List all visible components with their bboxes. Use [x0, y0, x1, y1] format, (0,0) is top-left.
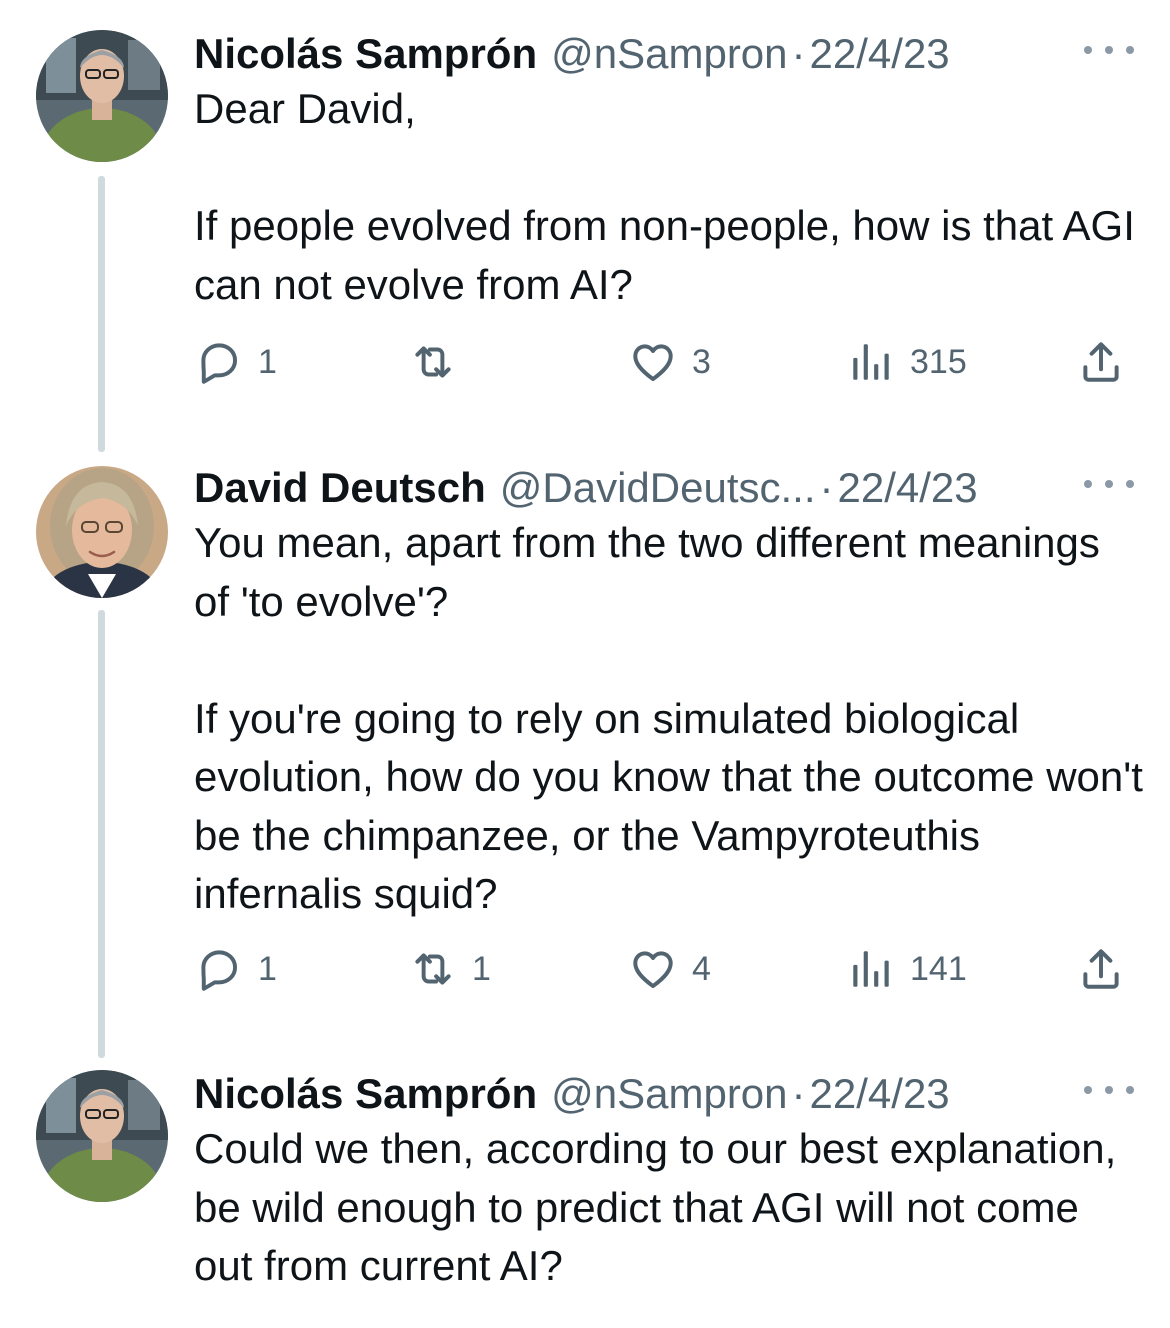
author-name[interactable]: Nicolás Samprón [194, 24, 537, 84]
share-icon [1076, 337, 1126, 387]
retweet-icon [408, 337, 458, 387]
separator-dot: · [819, 464, 834, 511]
reply-count: 1 [258, 949, 277, 988]
tweet-header: Nicolás Samprón @nSampron · 22/4/23 [194, 24, 950, 84]
action-bar: 1 3 315 [194, 337, 1134, 387]
retweet-icon [408, 944, 458, 994]
reply-button[interactable]: 1 [194, 337, 277, 387]
tweet[interactable]: David Deutsch @DavidDeutsc... · 22/4/23 … [0, 458, 1170, 1058]
action-bar: 1 1 4 141 [194, 944, 1134, 994]
avatar[interactable] [36, 466, 168, 598]
reply-button[interactable]: 1 [194, 944, 277, 994]
tweet-paragraph: You mean, apart from the two different m… [194, 519, 1100, 625]
more-icon[interactable] [1084, 30, 1134, 70]
tweet-text: Dear David, If people evolved from non-p… [194, 80, 1144, 314]
like-button[interactable]: 3 [628, 337, 711, 387]
views-icon [846, 944, 896, 994]
avatar[interactable] [36, 30, 168, 162]
retweet-button[interactable] [408, 337, 472, 387]
share-button[interactable] [1076, 337, 1126, 387]
views-icon [846, 337, 896, 387]
author-handle[interactable]: @nSampron [551, 24, 787, 84]
share-icon [1076, 944, 1126, 994]
tweet-header: David Deutsch @DavidDeutsc... · 22/4/23 [194, 458, 978, 518]
tweet-text: Could we then, according to our best exp… [194, 1120, 1144, 1296]
separator-dot: · [791, 1070, 806, 1117]
author-handle[interactable]: @DavidDeutsc... [500, 458, 816, 518]
avatar[interactable] [36, 1070, 168, 1202]
tweet-paragraph: Dear David, [194, 85, 416, 132]
thread-line [98, 610, 105, 1058]
reply-icon [194, 337, 244, 387]
thread-line [98, 176, 105, 452]
views-count: 315 [910, 342, 967, 381]
share-button[interactable] [1076, 944, 1126, 994]
like-count: 3 [692, 342, 711, 381]
like-button[interactable]: 4 [628, 944, 711, 994]
tweet-header: Nicolás Samprón @nSampron · 22/4/23 [194, 1064, 950, 1124]
tweet-date[interactable]: 22/4/23 [810, 24, 950, 84]
retweet-count: 1 [472, 949, 491, 988]
heart-icon [628, 944, 678, 994]
author-name[interactable]: Nicolás Samprón [194, 1064, 537, 1124]
views-button[interactable]: 141 [846, 944, 967, 994]
tweet[interactable]: Nicolás Samprón @nSampron · 22/4/23 Dear… [0, 24, 1170, 452]
author-name[interactable]: David Deutsch [194, 458, 486, 518]
tweet-paragraph: If you're going to rely on simulated bio… [194, 694, 1143, 918]
separator-dot: · [791, 30, 806, 77]
tweet-text: You mean, apart from the two different m… [194, 514, 1144, 924]
tweet-paragraph: If people evolved from non-people, how i… [194, 202, 1135, 308]
tweet-paragraph: Could we then, according to our best exp… [194, 1125, 1117, 1289]
tweet-date[interactable]: 22/4/23 [810, 1064, 950, 1124]
retweet-button[interactable]: 1 [408, 944, 491, 994]
views-count: 141 [910, 949, 967, 988]
reply-icon [194, 944, 244, 994]
more-icon[interactable] [1084, 1070, 1134, 1110]
views-button[interactable]: 315 [846, 337, 967, 387]
more-icon[interactable] [1084, 464, 1134, 504]
like-count: 4 [692, 949, 711, 988]
author-handle[interactable]: @nSampron [551, 1064, 787, 1124]
reply-count: 1 [258, 342, 277, 381]
tweet[interactable]: Nicolás Samprón @nSampron · 22/4/23 Coul… [0, 1064, 1170, 1314]
tweet-date[interactable]: 22/4/23 [838, 458, 978, 518]
heart-icon [628, 337, 678, 387]
